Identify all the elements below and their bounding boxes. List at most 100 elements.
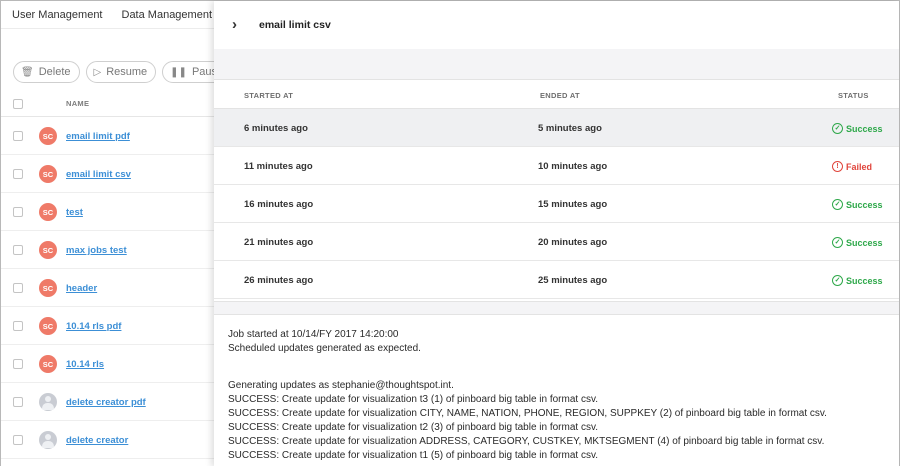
status-badge: ✓ Success: [832, 123, 883, 134]
ended-at-cell: 20 minutes ago: [538, 237, 608, 248]
select-all-checkbox[interactable]: [13, 99, 23, 109]
avatar: SC: [39, 355, 57, 373]
row-checkbox[interactable]: [13, 207, 23, 217]
log-line: SUCCESS: Create update for visualization…: [228, 408, 827, 419]
row-checkbox[interactable]: [13, 397, 23, 407]
table-header: STARTED AT ENDED AT STATUS: [214, 79, 899, 109]
panel-header: › email limit csv: [214, 1, 899, 49]
log-line: SUCCESS: Create update for visualization…: [228, 436, 825, 447]
list-item[interactable]: SC email limit pdf: [1, 117, 214, 155]
started-at-cell: 6 minutes ago: [244, 123, 308, 134]
job-link[interactable]: delete creator pdf: [66, 397, 146, 408]
list-item[interactable]: SC 10.14 rls: [1, 345, 214, 383]
list-item[interactable]: SC 10.14 rls pdf: [1, 307, 214, 345]
check-circle-icon: ✓: [832, 199, 843, 210]
list-item[interactable]: SC test: [1, 193, 214, 231]
status-label: Success: [846, 123, 883, 134]
log-line: SUCCESS: Create update for visualization…: [228, 422, 598, 433]
status-badge: ✓ Success: [832, 199, 883, 210]
status-label: Success: [846, 237, 883, 248]
row-checkbox[interactable]: [13, 283, 23, 293]
list-item[interactable]: delete creator pdf: [1, 383, 214, 421]
job-link[interactable]: header: [66, 283, 97, 294]
status-column-header: STATUS: [838, 91, 869, 100]
table-row[interactable]: 16 minutes ago 15 minutes ago ✓ Success: [214, 185, 899, 223]
table-row[interactable]: 26 minutes ago 25 minutes ago ✓ Success: [214, 261, 899, 299]
job-link[interactable]: delete creator: [66, 435, 128, 446]
job-detail-panel: › email limit csv STARTED AT ENDED AT ST…: [214, 1, 899, 466]
nav-data-management[interactable]: Data Management: [122, 9, 213, 21]
avatar: SC: [39, 279, 57, 297]
top-nav: User Management Data Management Sy: [1, 1, 214, 29]
row-checkbox[interactable]: [13, 131, 23, 141]
started-at-cell: 16 minutes ago: [244, 199, 314, 210]
alert-circle-icon: !: [832, 161, 843, 172]
nav-user-management[interactable]: User Management: [12, 9, 103, 21]
ended-at-column-header: ENDED AT: [540, 91, 580, 100]
log-line: Job started at 10/14/FY 2017 14:20:00: [228, 329, 399, 340]
row-checkbox[interactable]: [13, 359, 23, 369]
log-line: Generating updates as stephanie@thoughts…: [228, 380, 454, 391]
resume-button-label: Resume: [106, 66, 148, 78]
check-circle-icon: ✓: [832, 123, 843, 134]
started-at-column-header: STARTED AT: [244, 91, 294, 100]
list-item[interactable]: SC email limit csv: [1, 155, 214, 193]
check-circle-icon: ✓: [832, 237, 843, 248]
status-badge: ✓ Success: [832, 275, 883, 286]
status-label: Success: [846, 275, 883, 286]
ended-at-cell: 25 minutes ago: [538, 275, 608, 286]
jobs-list-pane: User Management Data Management Sy 🗑 Del…: [1, 1, 233, 466]
row-checkbox[interactable]: [13, 169, 23, 179]
avatar: SC: [39, 203, 57, 221]
job-list: SC email limit pdf SC email limit csv SC…: [1, 117, 214, 459]
delete-button[interactable]: 🗑 Delete: [13, 61, 80, 83]
avatar: SC: [39, 127, 57, 145]
trash-icon: 🗑: [21, 66, 34, 78]
pause-icon: ❚❚: [170, 66, 187, 78]
chevron-right-icon[interactable]: ›: [232, 16, 237, 33]
job-link[interactable]: email limit pdf: [66, 131, 130, 142]
table-row[interactable]: 6 minutes ago 5 minutes ago ✓ Success: [214, 109, 899, 147]
status-label: Failed: [846, 161, 873, 172]
list-item[interactable]: delete creator: [1, 421, 214, 459]
ended-at-cell: 10 minutes ago: [538, 161, 608, 172]
list-header: NAME: [1, 91, 214, 117]
job-link[interactable]: email limit csv: [66, 169, 131, 180]
job-link[interactable]: test: [66, 207, 83, 218]
panel-header-divider: [214, 49, 899, 79]
job-log: Job started at 10/14/FY 2017 14:20:00 Sc…: [228, 328, 888, 463]
ended-at-cell: 15 minutes ago: [538, 199, 608, 210]
row-checkbox[interactable]: [13, 435, 23, 445]
list-item[interactable]: SC header: [1, 269, 214, 307]
job-link[interactable]: 10.14 rls: [66, 359, 104, 370]
job-link[interactable]: 10.14 rls pdf: [66, 321, 121, 332]
status-badge: ! Failed: [832, 161, 872, 172]
status-badge: ✓ Success: [832, 237, 883, 248]
delete-button-label: Delete: [38, 66, 71, 78]
started-at-cell: 21 minutes ago: [244, 237, 314, 248]
check-circle-icon: ✓: [832, 275, 843, 286]
name-column-header[interactable]: NAME: [66, 99, 89, 108]
job-link[interactable]: max jobs test: [66, 245, 127, 256]
panel-title: email limit csv: [259, 19, 331, 31]
table-row[interactable]: 11 minutes ago 10 minutes ago ! Failed: [214, 147, 899, 185]
avatar: SC: [39, 317, 57, 335]
list-item[interactable]: SC max jobs test: [1, 231, 214, 269]
row-checkbox[interactable]: [13, 245, 23, 255]
default-avatar-icon: [39, 431, 57, 449]
row-checkbox[interactable]: [13, 321, 23, 331]
started-at-cell: 26 minutes ago: [244, 275, 314, 286]
ended-at-cell: 5 minutes ago: [538, 123, 602, 134]
resume-button[interactable]: ▷ Resume: [85, 61, 157, 83]
default-avatar-icon: [39, 393, 57, 411]
play-icon: ▷: [93, 66, 102, 78]
log-spacer: [228, 356, 888, 379]
log-line: Scheduled updates generated as expected.: [228, 343, 421, 354]
log-line: SUCCESS: Create update for visualization…: [228, 394, 598, 405]
status-label: Success: [846, 199, 883, 210]
started-at-cell: 11 minutes ago: [244, 161, 313, 172]
avatar: SC: [39, 165, 57, 183]
run-history-table: STARTED AT ENDED AT STATUS 6 minutes ago…: [214, 79, 899, 299]
section-divider: [214, 301, 899, 315]
table-row[interactable]: 21 minutes ago 20 minutes ago ✓ Success: [214, 223, 899, 261]
